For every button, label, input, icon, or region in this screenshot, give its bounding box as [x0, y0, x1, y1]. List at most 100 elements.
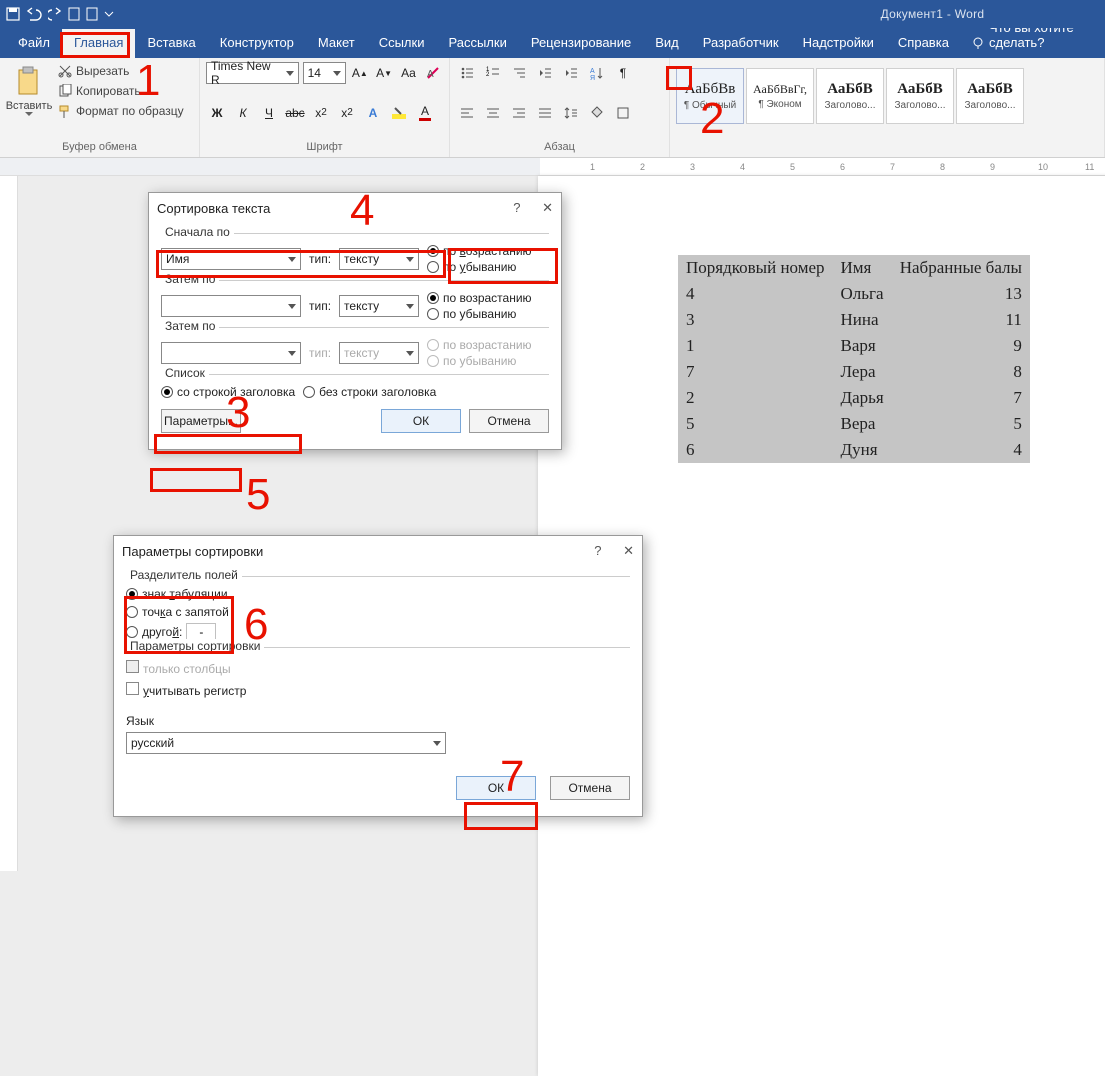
- sep-semicolon-radio[interactable]: точка с запятой: [126, 605, 630, 619]
- svg-text:A: A: [427, 69, 434, 80]
- sort-cancel-button[interactable]: Отмена: [469, 409, 549, 433]
- svg-text:7: 7: [890, 162, 895, 172]
- sort-params-dialog: Параметры сортировки ? ✕ Разделитель пол…: [113, 535, 643, 817]
- format-painter-button[interactable]: Формат по образцу: [58, 102, 184, 120]
- subscript-icon[interactable]: x2: [310, 102, 332, 124]
- align-center-icon[interactable]: [482, 102, 504, 124]
- blank-icon[interactable]: [86, 7, 98, 21]
- group-paragraph: 12 AЯ ¶ Абзац: [450, 58, 670, 157]
- group-font: Times New R 14 A▲ A▼ Aa A Ж К Ч abc x2 x…: [200, 58, 450, 157]
- lang-label: Язык: [126, 714, 630, 728]
- sort-field1-combo[interactable]: Имя: [161, 248, 301, 270]
- table-row: 4Ольга13: [678, 281, 1030, 307]
- line-spacing-icon[interactable]: [560, 102, 582, 124]
- tab-addins[interactable]: Надстройки: [791, 29, 886, 58]
- sort-field3-combo: [161, 342, 301, 364]
- sort-dialog-titlebar: Сортировка текста ? ✕: [149, 193, 561, 223]
- strike-icon[interactable]: abc: [284, 102, 306, 124]
- close-icon[interactable]: ✕: [542, 200, 553, 215]
- tab-review[interactable]: Рецензирование: [519, 29, 643, 58]
- tab-insert[interactable]: Вставка: [135, 29, 207, 58]
- sort1-desc-radio[interactable]: по убыванию: [427, 260, 532, 274]
- horizontal-ruler[interactable]: 123 456 789 1011: [0, 158, 1105, 176]
- with-header-radio[interactable]: со строкой заголовка: [161, 385, 295, 399]
- style-h3[interactable]: АаБбВЗаголово...: [956, 68, 1024, 124]
- sort-type1-combo[interactable]: тексту: [339, 248, 419, 270]
- params-ok-button[interactable]: ОК: [456, 776, 536, 800]
- justify-icon[interactable]: [534, 102, 556, 124]
- cut-button[interactable]: Вырезать: [58, 62, 184, 80]
- tab-file[interactable]: Файл: [6, 29, 62, 58]
- tab-developer[interactable]: Разработчик: [691, 29, 791, 58]
- style-econom[interactable]: АаБбВвГг,¶ Эконом: [746, 68, 814, 124]
- align-left-icon[interactable]: [456, 102, 478, 124]
- numbering-icon[interactable]: 12: [482, 62, 504, 84]
- svg-text:Я: Я: [590, 75, 595, 80]
- tab-references[interactable]: Ссылки: [367, 29, 437, 58]
- multilevel-icon[interactable]: [508, 62, 530, 84]
- grow-font-icon[interactable]: A▲: [350, 62, 370, 84]
- borders-icon[interactable]: [612, 102, 634, 124]
- sort2-asc-radio[interactable]: по возрастанию: [427, 291, 532, 305]
- sort-params-button[interactable]: Параметры...: [161, 409, 241, 433]
- tab-mailings[interactable]: Рассылки: [436, 29, 518, 58]
- table-row: 1Варя9: [678, 333, 1030, 359]
- table-row: 5Вера5: [678, 411, 1030, 437]
- clear-format-icon[interactable]: A: [423, 62, 443, 84]
- outdent-icon[interactable]: [534, 62, 556, 84]
- document-title: Документ1 - Word: [881, 7, 985, 21]
- style-h2[interactable]: АаБбВЗаголово...: [886, 68, 954, 124]
- sort-icon[interactable]: AЯ: [586, 62, 608, 84]
- sort-ok-button[interactable]: ОК: [381, 409, 461, 433]
- underline-icon[interactable]: Ч: [258, 102, 280, 124]
- sort-type2-combo[interactable]: тексту: [339, 295, 419, 317]
- sep-tab-radio[interactable]: знак табуляции: [126, 587, 630, 601]
- redo-icon[interactable]: [48, 7, 62, 21]
- new-icon[interactable]: [68, 7, 80, 21]
- text-effects-icon[interactable]: A: [362, 102, 384, 124]
- tab-help[interactable]: Справка: [886, 29, 961, 58]
- tab-view[interactable]: Вид: [643, 29, 691, 58]
- qat-dropdown-icon[interactable]: [104, 9, 114, 19]
- tab-layout[interactable]: Макет: [306, 29, 367, 58]
- superscript-icon[interactable]: x2: [336, 102, 358, 124]
- font-name-combo[interactable]: Times New R: [206, 62, 299, 84]
- svg-text:2: 2: [640, 162, 645, 172]
- italic-icon[interactable]: К: [232, 102, 254, 124]
- bold-icon[interactable]: Ж: [206, 102, 228, 124]
- style-normal[interactable]: АаБбВв¶ Обычный: [676, 68, 744, 124]
- sort1-asc-radio[interactable]: по возрастанию: [427, 244, 532, 258]
- help-icon[interactable]: ?: [594, 543, 601, 558]
- highlight-icon[interactable]: [388, 102, 410, 124]
- sort3-asc-radio: по возрастанию: [427, 338, 532, 352]
- sort-text-dialog: Сортировка текста ? ✕ Сначала по Имя тип…: [148, 192, 562, 450]
- tab-home[interactable]: Главная: [62, 29, 135, 58]
- indent-icon[interactable]: [560, 62, 582, 84]
- save-icon[interactable]: [6, 7, 20, 21]
- pilcrow-icon[interactable]: ¶: [612, 62, 634, 84]
- params-cancel-button[interactable]: Отмена: [550, 776, 630, 800]
- vertical-ruler[interactable]: [0, 176, 18, 871]
- no-header-radio[interactable]: без строки заголовка: [303, 385, 436, 399]
- font-color-icon[interactable]: A: [414, 102, 436, 124]
- change-case-icon[interactable]: Aa: [398, 62, 418, 84]
- shrink-font-icon[interactable]: A▼: [374, 62, 394, 84]
- font-size-combo[interactable]: 14: [303, 62, 346, 84]
- copy-button[interactable]: Копировать: [58, 82, 184, 100]
- document-table: Порядковый номер Имя Набранные балы 4Оль…: [678, 255, 1030, 463]
- undo-icon[interactable]: [26, 7, 42, 21]
- svg-text:A: A: [590, 68, 595, 75]
- sort2-desc-radio[interactable]: по убыванию: [427, 307, 532, 321]
- align-right-icon[interactable]: [508, 102, 530, 124]
- style-h1[interactable]: АаБбВЗаголово...: [816, 68, 884, 124]
- tab-design[interactable]: Конструктор: [208, 29, 306, 58]
- svg-text:6: 6: [840, 162, 845, 172]
- case-sens-check[interactable]: учитывать регистр: [126, 682, 630, 698]
- help-icon[interactable]: ?: [513, 200, 520, 215]
- lang-combo[interactable]: русский: [126, 732, 446, 754]
- shading-icon[interactable]: [586, 102, 608, 124]
- sort-field2-combo[interactable]: [161, 295, 301, 317]
- close-icon[interactable]: ✕: [623, 543, 634, 558]
- paste-button[interactable]: Вставить: [6, 62, 52, 128]
- bullets-icon[interactable]: [456, 62, 478, 84]
